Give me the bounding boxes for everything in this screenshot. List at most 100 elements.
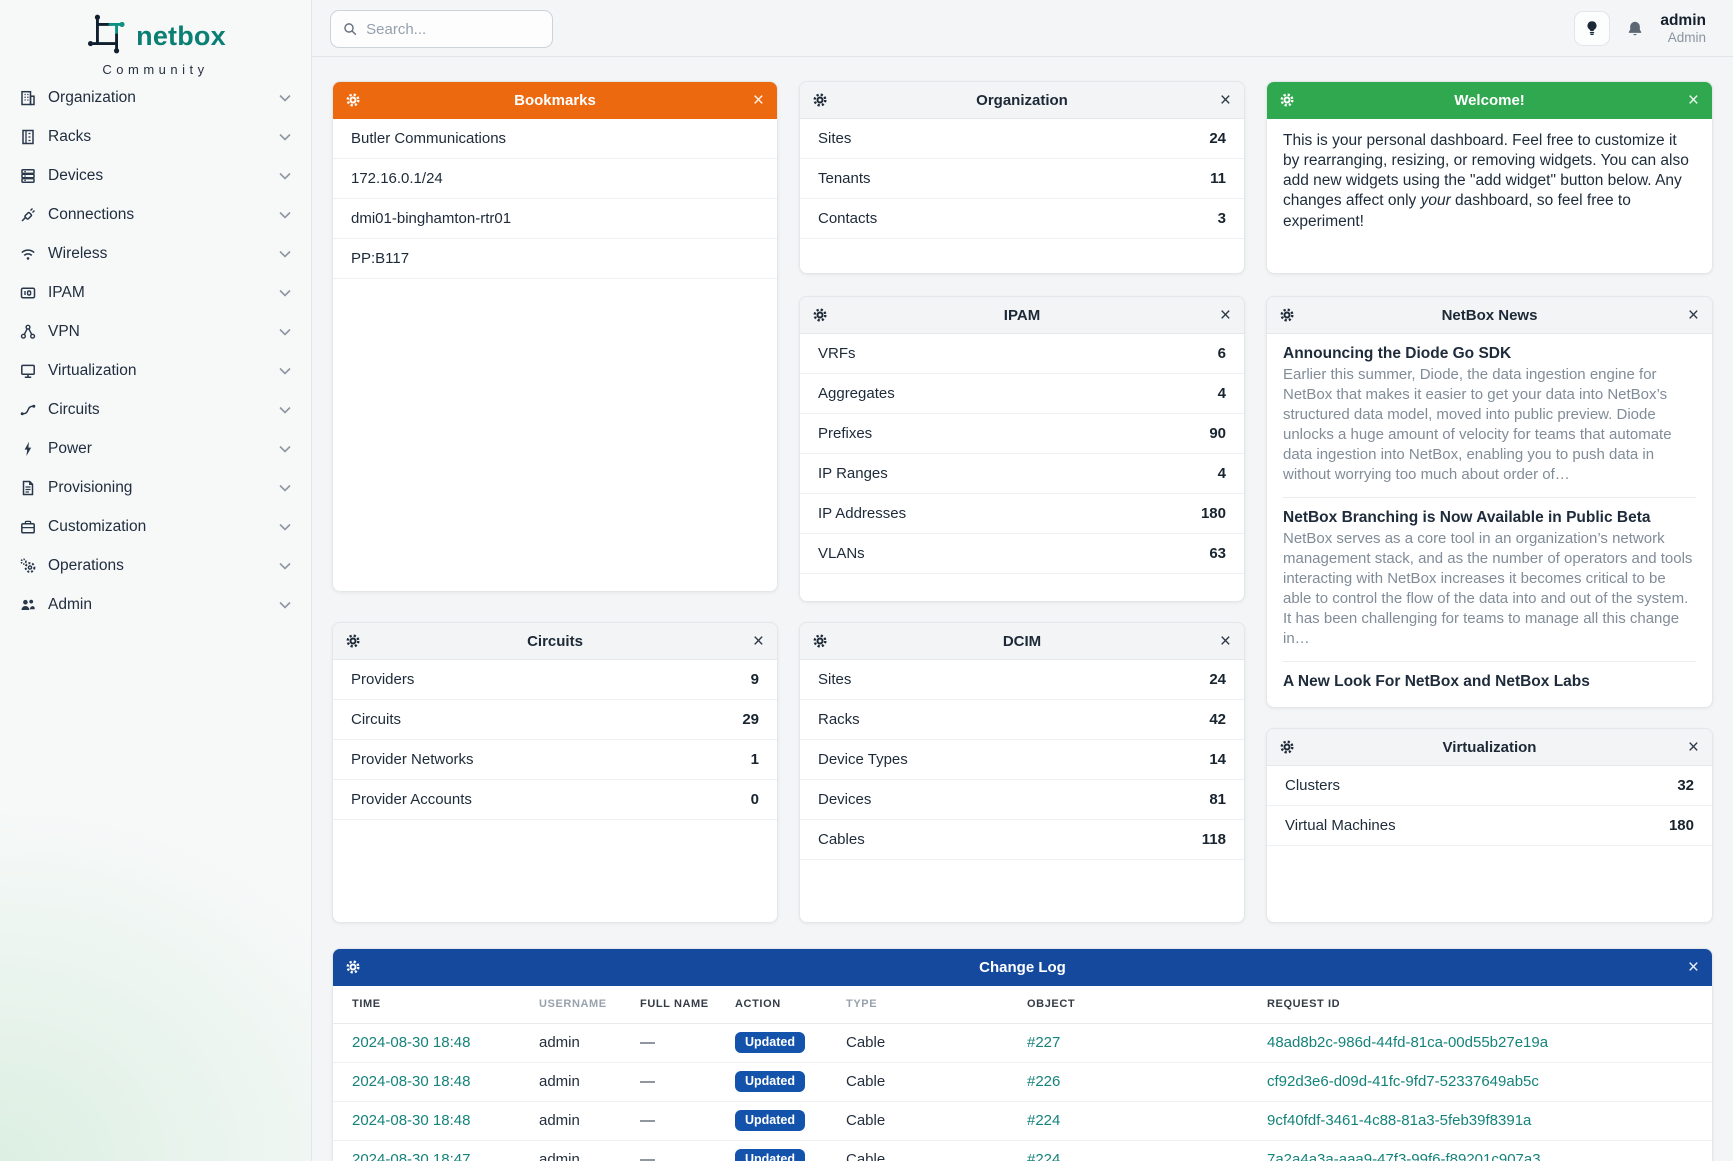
sidebar-item-customization[interactable]: Customization	[0, 507, 311, 546]
column-header: Object	[1008, 986, 1248, 1023]
search-icon	[343, 21, 357, 37]
widget-config-icon[interactable]	[346, 93, 360, 107]
chevron-down-icon	[279, 484, 291, 492]
chevron-down-icon	[279, 523, 291, 531]
bell-icon	[1626, 20, 1644, 38]
news-article: Announcing the Diode Go SDK Earlier this…	[1283, 334, 1696, 497]
column-header: Full Name	[621, 986, 716, 1023]
widget-title: Virtualization	[1294, 739, 1685, 756]
stat-row: Tenants 11	[800, 159, 1244, 199]
netbox-logo[interactable]: netbox Community	[0, 0, 311, 77]
close-icon[interactable]: ×	[1217, 91, 1231, 110]
chevron-down-icon	[279, 601, 291, 609]
circuit-icon	[19, 401, 37, 419]
request-id-link[interactable]: 9cf40fdf-3461-4c88-81a3-5feb39f8391a	[1267, 1112, 1531, 1129]
type-cell: Cable	[827, 1101, 1008, 1140]
notifications-button[interactable]	[1626, 20, 1644, 38]
column-header: Request ID	[1248, 986, 1712, 1023]
action-badge: Updated	[735, 1149, 805, 1161]
lightning-icon	[19, 440, 37, 458]
stat-row: Cables 118	[800, 820, 1244, 860]
dcim-widget: DCIM × Sites 24 Racks 42 Devi	[799, 622, 1245, 923]
stat-row: Circuits 29	[333, 700, 777, 740]
sidebar-item-connections[interactable]: Connections	[0, 195, 311, 234]
widget-config-icon[interactable]	[813, 93, 827, 107]
sidebar-item-organization[interactable]: Organization	[0, 78, 311, 117]
close-icon[interactable]: ×	[1685, 306, 1699, 325]
close-icon[interactable]: ×	[1685, 738, 1699, 757]
stat-row: Aggregates 4	[800, 374, 1244, 414]
time-link[interactable]: 2024-08-30 18:48	[352, 1034, 470, 1051]
news-article-excerpt: Earlier this summer, Diode, the data ing…	[1283, 365, 1696, 485]
theme-toggle-button[interactable]	[1574, 11, 1610, 46]
widget-config-icon[interactable]	[1280, 308, 1294, 322]
widget-title: Welcome!	[1294, 92, 1685, 109]
bookmark-item[interactable]: 172.16.0.1/24	[333, 159, 777, 199]
users-icon	[19, 596, 37, 614]
brand-name: netbox	[136, 21, 226, 52]
bookmark-item[interactable]: PP:B117	[333, 239, 777, 279]
close-icon[interactable]: ×	[750, 91, 764, 110]
sidebar-item-devices[interactable]: Devices	[0, 156, 311, 195]
news-article-title[interactable]: A New Look For NetBox and NetBox Labs	[1283, 673, 1696, 691]
object-link[interactable]: #226	[1027, 1073, 1060, 1090]
object-link[interactable]: #224	[1027, 1112, 1060, 1129]
stat-row: Device Types 14	[800, 740, 1244, 780]
type-cell: Cable	[827, 1140, 1008, 1161]
username-cell: admin	[520, 1101, 621, 1140]
stat-row: IP Addresses 180	[800, 494, 1244, 534]
column-header: Time	[333, 986, 520, 1023]
sidebar-item-vpn[interactable]: VPN	[0, 312, 311, 351]
user-menu[interactable]: admin Admin	[1660, 12, 1706, 45]
time-link[interactable]: 2024-08-30 18:48	[352, 1073, 470, 1090]
stat-row: VRFs 6	[800, 334, 1244, 374]
sidebar-item-circuits[interactable]: Circuits	[0, 390, 311, 429]
chevron-down-icon	[279, 172, 291, 180]
bookmark-item[interactable]: dmi01-binghamton-rtr01	[333, 199, 777, 239]
username-cell: admin	[520, 1140, 621, 1161]
network-nodes-icon	[19, 323, 37, 341]
bookmark-item[interactable]: Butler Communications	[333, 119, 777, 159]
request-id-link[interactable]: cf92d3e6-d09d-41fc-9fd7-52337649ab5c	[1267, 1073, 1539, 1090]
widget-config-icon[interactable]	[813, 308, 827, 322]
time-link[interactable]: 2024-08-30 18:47	[352, 1151, 470, 1161]
sidebar-item-power[interactable]: Power	[0, 429, 311, 468]
sidebar-item-wireless[interactable]: Wireless	[0, 234, 311, 273]
close-icon[interactable]: ×	[1217, 306, 1231, 325]
time-link[interactable]: 2024-08-30 18:48	[352, 1112, 470, 1129]
sidebar-item-provisioning[interactable]: Provisioning	[0, 468, 311, 507]
sidebar-item-admin[interactable]: Admin	[0, 585, 311, 624]
widget-config-icon[interactable]	[1280, 93, 1294, 107]
request-id-link[interactable]: 48ad8b2c-986d-44fd-81ca-00d55b27e19a	[1267, 1034, 1548, 1051]
user-name: admin	[1660, 12, 1706, 30]
type-cell: Cable	[827, 1023, 1008, 1062]
close-icon[interactable]: ×	[750, 632, 764, 651]
widget-config-icon[interactable]	[346, 960, 360, 974]
sidebar-item-virtualization[interactable]: Virtualization	[0, 351, 311, 390]
object-link[interactable]: #227	[1027, 1034, 1060, 1051]
widget-title: Organization	[827, 92, 1217, 109]
sidebar-item-racks[interactable]: Racks	[0, 117, 311, 156]
search-input[interactable]	[366, 21, 542, 38]
widget-config-icon[interactable]	[813, 634, 827, 648]
briefcase-icon	[19, 518, 37, 536]
chevron-down-icon	[279, 250, 291, 258]
request-id-link[interactable]: 7a2a4a3a-aaa9-47f3-99f6-f89201c907a3	[1267, 1151, 1541, 1161]
stat-row: Prefixes 90	[800, 414, 1244, 454]
sidebar-item-operations[interactable]: Operations	[0, 546, 311, 585]
news-article-title[interactable]: NetBox Branching is Now Available in Pub…	[1283, 509, 1696, 527]
widget-config-icon[interactable]	[1280, 740, 1294, 754]
netbox-logo-icon	[85, 12, 129, 61]
user-role: Admin	[1660, 30, 1706, 46]
object-link[interactable]: #224	[1027, 1151, 1060, 1161]
close-icon[interactable]: ×	[1685, 958, 1699, 977]
circuits-widget: Circuits × Providers 9 Circuits 29	[332, 622, 778, 923]
news-article-title[interactable]: Announcing the Diode Go SDK	[1283, 345, 1696, 363]
wifi-icon	[19, 245, 37, 263]
server-icon	[19, 167, 37, 185]
close-icon[interactable]: ×	[1685, 91, 1699, 110]
close-icon[interactable]: ×	[1217, 632, 1231, 651]
sidebar-item-ipam[interactable]: IPAM	[0, 273, 311, 312]
stat-row: Providers 9	[333, 660, 777, 700]
widget-config-icon[interactable]	[346, 634, 360, 648]
